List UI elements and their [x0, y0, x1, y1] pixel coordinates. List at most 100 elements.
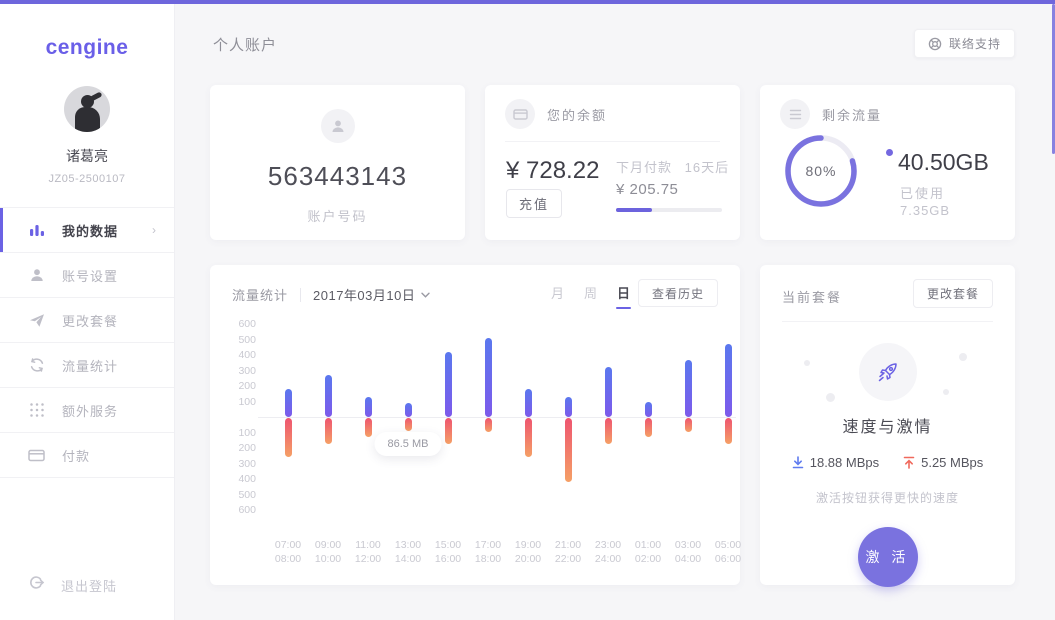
grid-icon: [28, 402, 45, 419]
y-tick-label: 300: [230, 365, 256, 377]
upload-bar-5[interactable]: [485, 338, 492, 417]
download-bar-1[interactable]: [325, 418, 332, 444]
chart-plot: 60060050050040040030030020020010010086.5…: [230, 320, 730, 520]
page-title: 个人账户: [213, 34, 277, 55]
x-tick-label: 23:0024:00: [588, 538, 628, 566]
next-payment-amount: ¥ 205.75: [616, 181, 678, 198]
download-bar-10[interactable]: [685, 418, 692, 432]
tab-日[interactable]: 日: [617, 283, 630, 309]
sidebar-item-5[interactable]: 付款: [0, 433, 174, 478]
data-title: 剩余流量: [822, 105, 882, 124]
support-label: 联络支持: [949, 35, 1001, 52]
change-plan-button[interactable]: 更改套餐: [913, 279, 993, 308]
plan-name: 速度与激情: [760, 413, 1015, 437]
upload-icon: [903, 456, 915, 469]
sidebar-item-label: 流量统计: [62, 356, 118, 375]
download-bar-2[interactable]: [365, 418, 372, 437]
paper-plane-icon: [28, 312, 45, 329]
x-tick-label: 03:0004:00: [668, 538, 708, 566]
upload-bar-11[interactable]: [725, 344, 732, 417]
recharge-button[interactable]: 充值: [506, 189, 562, 218]
decor-dot: [959, 353, 967, 361]
avatar[interactable]: [64, 86, 110, 132]
activate-button[interactable]: 激 活: [858, 527, 918, 587]
sidebar-item-1[interactable]: 账号设置: [0, 253, 174, 298]
download-bar-4[interactable]: [445, 418, 452, 444]
download-bar-0[interactable]: [285, 418, 292, 457]
rocket-icon: [875, 359, 901, 385]
sidebar-item-label: 账号设置: [62, 266, 118, 285]
y-tick-label: 200: [230, 380, 256, 392]
sidebar: cengine 诸葛亮 JZ05-2500107 我的数据›账号设置更改套餐流量…: [0, 4, 175, 620]
x-tick-label: 21:0022:00: [548, 538, 588, 566]
top-accent-strip: [0, 0, 1055, 4]
data-used: 7.35GB: [900, 203, 950, 218]
download-icon: [792, 456, 804, 469]
user-name: 诸葛亮: [0, 146, 174, 166]
download-bar-9[interactable]: [645, 418, 652, 437]
credit-card-icon: [505, 99, 535, 129]
balance-amount: ¥ 728.22: [506, 157, 599, 185]
credit-card-icon: [28, 447, 45, 464]
y-tick-label: 400: [230, 473, 256, 485]
tab-周[interactable]: 周: [584, 283, 597, 309]
upload-bar-2[interactable]: [365, 397, 372, 417]
upload-bar-7[interactable]: [565, 397, 572, 417]
upload-bar-8[interactable]: [605, 367, 612, 417]
x-tick-label: 13:0014:00: [388, 538, 428, 566]
sidebar-item-0[interactable]: 我的数据›: [0, 208, 174, 253]
data-used-label: 已使用: [900, 183, 945, 202]
x-tick-label: 05:0006:00: [708, 538, 748, 566]
refresh-icon: [28, 357, 45, 374]
y-tick-label: 300: [230, 458, 256, 470]
chevron-right-icon: ›: [152, 223, 156, 237]
upload-bar-6[interactable]: [525, 389, 532, 417]
upload-bar-0[interactable]: [285, 389, 292, 417]
y-tick-label: 100: [230, 427, 256, 439]
x-tick-label: 15:0016:00: [428, 538, 468, 566]
plan-title: 当前套餐: [782, 287, 842, 306]
logout-button[interactable]: 退出登陆: [28, 574, 117, 596]
chart-tooltip: 86.5 MB: [375, 432, 442, 456]
y-tick-label: 500: [230, 489, 256, 501]
traffic-chart-card: 流量统计 2017年03月10日 月周日 查看历史 60060050050040…: [210, 265, 740, 585]
support-button[interactable]: 联络支持: [914, 29, 1015, 58]
logout-label: 退出登陆: [61, 576, 117, 595]
upload-speed: 5.25 MBps: [903, 455, 983, 470]
download-bar-8[interactable]: [605, 418, 612, 444]
decor-dot: [826, 393, 835, 402]
view-history-button[interactable]: 查看历史: [638, 279, 718, 307]
x-tick-label: 17:0018:00: [468, 538, 508, 566]
download-bar-3[interactable]: [405, 418, 412, 431]
list-icon: [780, 99, 810, 129]
y-tick-label: 400: [230, 349, 256, 361]
y-tick-label: 200: [230, 442, 256, 454]
download-bar-11[interactable]: [725, 418, 732, 444]
account-number-caption: 账户号码: [210, 206, 465, 225]
chart-date: 2017年03月10日: [313, 285, 415, 304]
next-payment-label: 下月付款: [616, 160, 672, 175]
user-icon: [28, 267, 45, 284]
download-speed: 18.88 MBps: [792, 455, 879, 470]
download-bar-6[interactable]: [525, 418, 532, 457]
upload-bar-1[interactable]: [325, 375, 332, 417]
upload-bar-4[interactable]: [445, 352, 452, 417]
upload-bar-3[interactable]: [405, 403, 412, 417]
sidebar-item-3[interactable]: 流量统计: [0, 343, 174, 388]
download-bar-7[interactable]: [565, 418, 572, 482]
balance-title: 您的余额: [547, 105, 607, 124]
payment-progress-fill: [616, 208, 652, 212]
sidebar-item-4[interactable]: 额外服务: [0, 388, 174, 433]
sidebar-item-2[interactable]: 更改套餐: [0, 298, 174, 343]
sidebar-item-label: 更改套餐: [62, 311, 118, 330]
current-plan-card: 当前套餐 更改套餐 速度与激情 18.88 MBps: [760, 265, 1015, 585]
download-bar-5[interactable]: [485, 418, 492, 432]
tab-月[interactable]: 月: [551, 283, 564, 309]
support-icon: [928, 37, 942, 51]
user-id: JZ05-2500107: [0, 173, 174, 185]
chart-date-dropdown[interactable]: 2017年03月10日: [313, 285, 430, 304]
upload-bar-10[interactable]: [685, 360, 692, 417]
upload-bar-9[interactable]: [645, 402, 652, 418]
sidebar-item-label: 付款: [62, 446, 90, 465]
x-tick-label: 19:0020:00: [508, 538, 548, 566]
